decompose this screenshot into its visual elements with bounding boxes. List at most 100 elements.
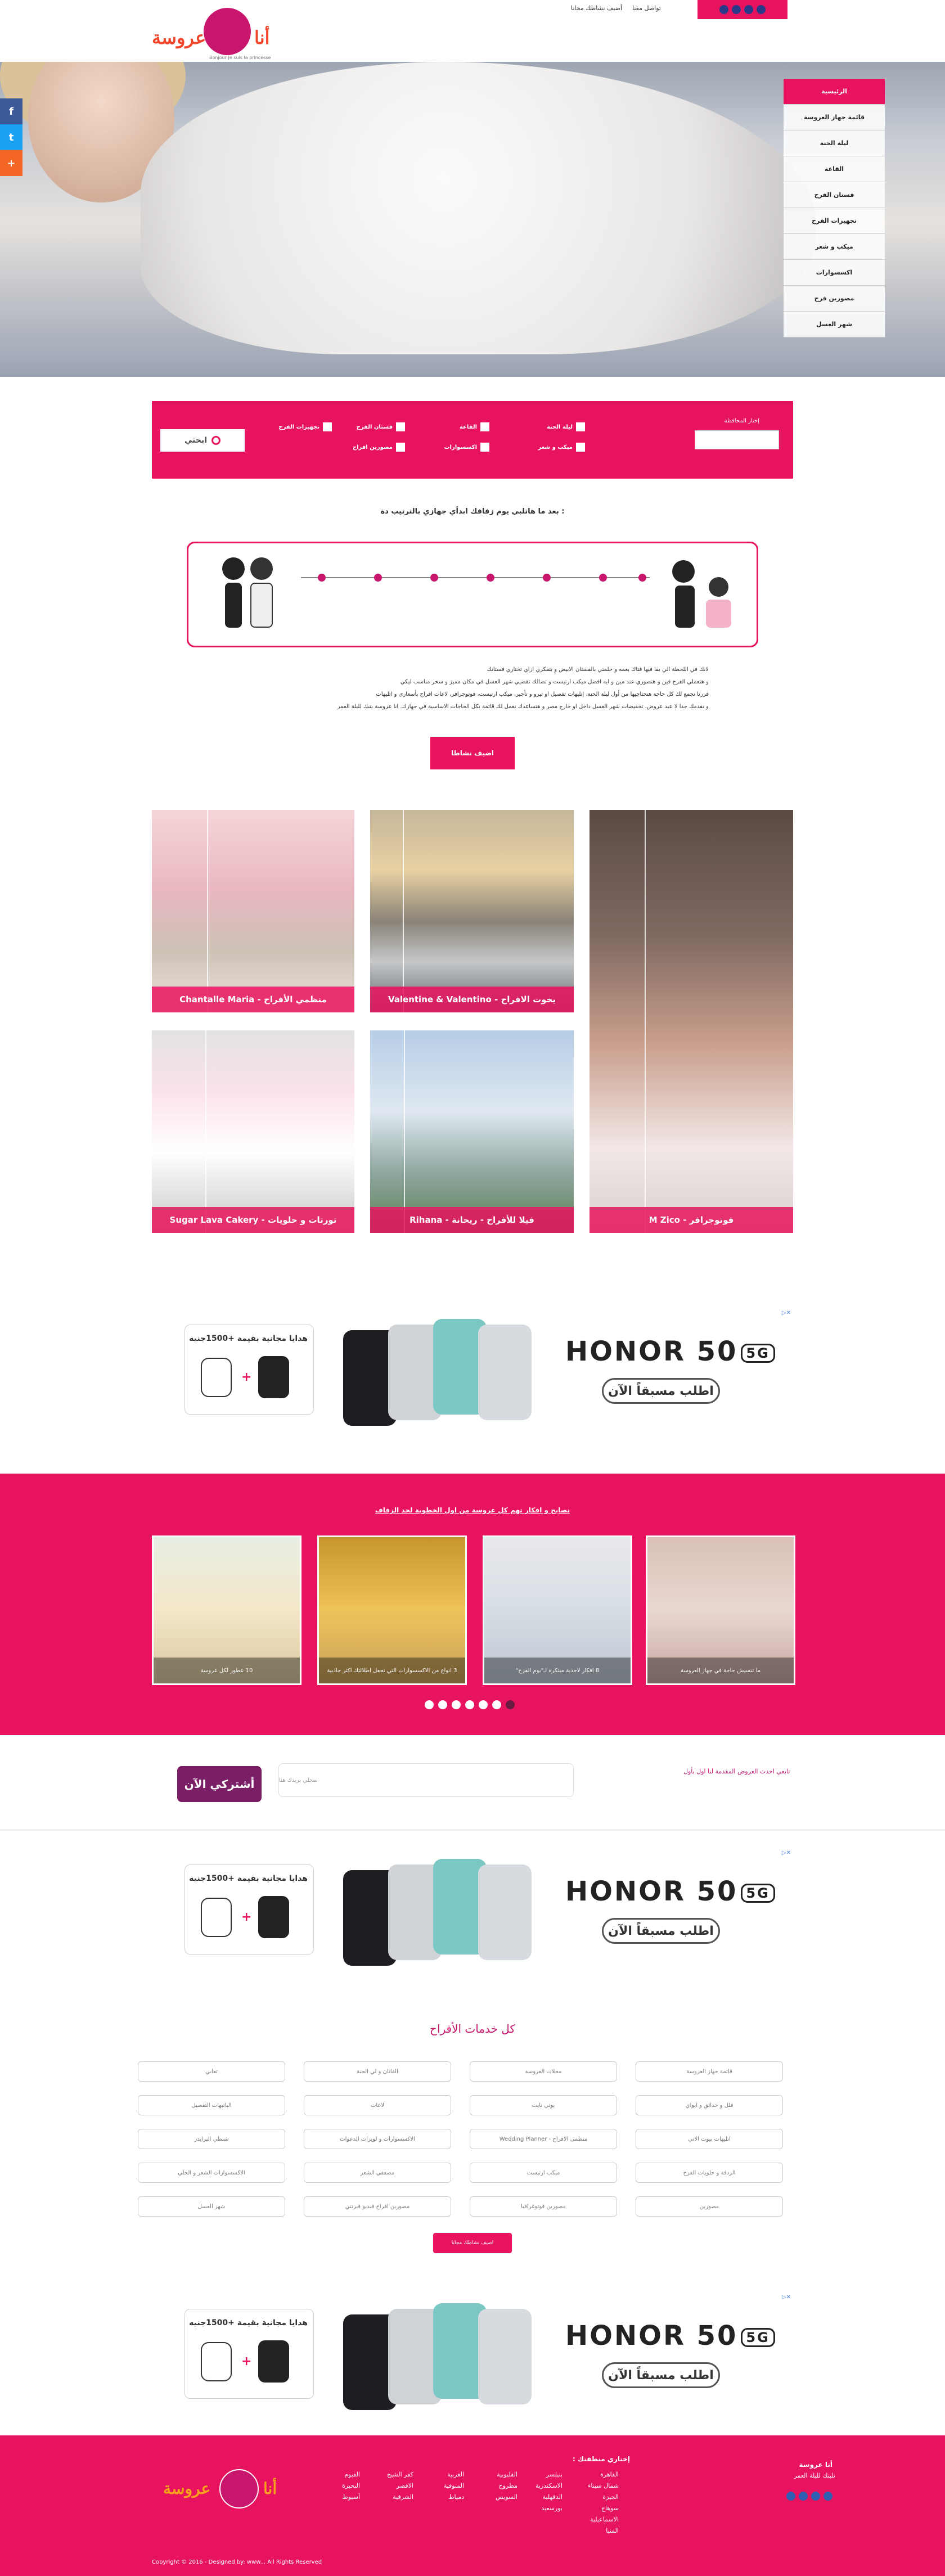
instagram-icon[interactable] <box>744 5 753 14</box>
gallery-tile-villa[interactable]: Rihana - فيلا للأفراح - ريحانة <box>370 1030 574 1233</box>
checkbox-preparations[interactable]: تجهيزات الفرح <box>278 422 332 431</box>
add-business-button[interactable]: اضيف نشاطك مجانا <box>433 2233 512 2253</box>
checkbox-accessories[interactable]: اكسسوارات <box>444 443 489 452</box>
service-link[interactable]: الباتيهات التفصيل <box>138 2095 285 2115</box>
service-link[interactable]: مصففي الشعر <box>304 2163 451 2183</box>
menu-item-henna[interactable]: ليلة الحنة <box>784 130 885 156</box>
tip-card[interactable]: ما تنسيش حاجة في جهاز العروسة <box>646 1535 795 1685</box>
tip-card[interactable]: 3 انواع من الاكسسوارات التي تجعل اطلالتك… <box>317 1535 467 1685</box>
menu-item-hall[interactable]: القاعة <box>784 156 885 182</box>
adchoices-icon[interactable]: ▷✕ <box>782 1850 791 1856</box>
menu-item-home[interactable]: الرئيسية <box>784 79 885 105</box>
area-link[interactable]: الشرقية <box>387 2492 413 2503</box>
service-link[interactable]: قائمة جهاز العروسة <box>636 2061 783 2082</box>
area-link[interactable]: الفيوم <box>342 2469 360 2480</box>
service-link[interactable]: شنطي البرايدز <box>138 2129 285 2149</box>
menu-item-honeymoon[interactable]: شهر العسل <box>784 312 885 337</box>
carousel-dot[interactable] <box>492 1700 501 1709</box>
service-link[interactable]: تعابي <box>138 2061 285 2082</box>
ad-cta-button[interactable]: اطلب مسبقاً الآن <box>602 1378 720 1404</box>
area-link[interactable]: الاسكندرية <box>536 2480 562 2492</box>
service-link[interactable]: الاكسسوارات و لويزات الدعوات <box>304 2129 451 2149</box>
facebook-icon[interactable] <box>786 2492 795 2501</box>
tips-title[interactable]: نصايح و افكار تهم كل عروسة من اول الخطوب… <box>0 1506 945 1514</box>
service-link[interactable]: مصورين افراح فيديو فيرتني <box>304 2196 451 2217</box>
area-link[interactable]: المنيا <box>588 2525 619 2537</box>
adchoices-icon[interactable]: ▷✕ <box>782 1310 791 1316</box>
carousel-dot[interactable] <box>479 1700 488 1709</box>
area-link[interactable]: كفر الشيخ <box>387 2469 413 2480</box>
menu-item-makeup[interactable]: ميكب و شعر <box>784 234 885 260</box>
service-link[interactable]: مصورين فوتوغرافيا <box>470 2196 617 2217</box>
gallery-tile-photographer[interactable]: M Zico - فوتوجرافر <box>590 810 793 1233</box>
service-link[interactable]: منظمى الافراح - Wedding Planner <box>470 2129 617 2149</box>
governorate-select[interactable] <box>695 430 779 449</box>
pinterest-icon[interactable] <box>824 2492 832 2501</box>
add-activity-button[interactable]: اضيف نشاطا <box>430 737 515 769</box>
service-link[interactable]: الاكسسوارات الشعر و الحلي <box>138 2163 285 2183</box>
area-link[interactable]: الاقصر <box>387 2480 413 2492</box>
area-link[interactable]: دمياط <box>444 2492 464 2503</box>
service-link[interactable]: فلل و حدائق و ايواي <box>636 2095 783 2115</box>
menu-item-bride-list[interactable]: قائمة جهاز العروسة <box>784 105 885 130</box>
checkbox-dress[interactable]: فستان الفرح <box>357 422 405 431</box>
ad-cta-button[interactable]: اطلب مسبقاً الآن <box>602 2362 720 2388</box>
gallery-tile-wedding-planner[interactable]: Chantalle Maria - منظمي الأفراح <box>152 810 354 1012</box>
carousel-dot-active[interactable] <box>506 1700 515 1709</box>
newsletter-email-input[interactable]: سجلي بريدك هنا <box>278 1763 574 1797</box>
advertisement-banner[interactable]: ▷✕ هدايا مجانية بقيمة +1500جنيه + HONOR … <box>163 1848 793 1971</box>
carousel-dot[interactable] <box>438 1700 447 1709</box>
contact-link[interactable]: تواصل معنا <box>632 4 661 12</box>
twitter-share-icon[interactable]: t <box>0 124 22 150</box>
area-link[interactable]: أسيوط <box>342 2492 360 2503</box>
twitter-icon[interactable] <box>719 5 728 14</box>
area-link[interactable]: السويس <box>496 2492 518 2503</box>
area-link[interactable]: شمال سيناء <box>588 2480 619 2492</box>
service-link[interactable]: اتليهات بيوت الاتي <box>636 2129 783 2149</box>
checkbox-hall[interactable]: القاعة <box>460 422 489 431</box>
area-link[interactable]: بورسعيد <box>536 2503 562 2514</box>
service-link[interactable]: مصورين <box>636 2196 783 2217</box>
pinterest-icon[interactable] <box>757 5 766 14</box>
adchoices-icon[interactable]: ▷✕ <box>782 2294 791 2300</box>
area-link[interactable]: الاسماعيلية <box>588 2514 619 2525</box>
area-link[interactable]: القليوبية <box>496 2469 518 2480</box>
advertisement-banner[interactable]: ▷✕ هدايا مجانية بقيمة +1500جنيه + HONOR … <box>163 1308 793 1431</box>
menu-item-dress[interactable]: فستان الفرح <box>784 182 885 208</box>
service-link[interactable]: الزدفة و حلويات الفرح <box>636 2163 783 2183</box>
service-link[interactable]: لاعات <box>304 2095 451 2115</box>
service-link[interactable]: محلات العروسة <box>470 2061 617 2082</box>
gallery-tile-yacht[interactable]: Valentine & Valentino - يخوت الافراح <box>370 810 574 1012</box>
advertisement-banner[interactable]: ▷✕ هدايا مجانية بقيمة +1500جنيه + HONOR … <box>163 2292 793 2416</box>
more-share-icon[interactable]: + <box>0 150 22 176</box>
menu-item-preparations[interactable]: تجهيزات الفرح <box>784 208 885 234</box>
menu-item-photographers[interactable]: مصورين فرح <box>784 286 885 312</box>
tip-card[interactable]: 10 عطور لكل عروسة <box>152 1535 302 1685</box>
instagram-icon[interactable] <box>811 2492 820 2501</box>
area-link[interactable]: مطروح <box>496 2480 518 2492</box>
facebook-share-icon[interactable]: f <box>0 98 22 124</box>
service-link[interactable]: شهر العسل <box>138 2196 285 2217</box>
facebook-icon[interactable] <box>732 5 741 14</box>
service-link[interactable]: الفاتان و لي الحنة <box>304 2061 451 2082</box>
carousel-dot[interactable] <box>425 1700 434 1709</box>
area-link[interactable]: البحيرة <box>342 2480 360 2492</box>
area-link[interactable]: القاهرة <box>588 2469 619 2480</box>
tip-card[interactable]: 8 افكار لاحذية مبتكرة لـ"يوم الفرح" <box>483 1535 632 1685</box>
carousel-dot[interactable] <box>465 1700 474 1709</box>
menu-item-accessories[interactable]: اكسسوارات <box>784 260 885 286</box>
search-button[interactable]: ابحثي <box>160 429 245 452</box>
area-link[interactable]: الدقهلية <box>536 2492 562 2503</box>
checkbox-henna[interactable]: ليلة الحنة <box>547 422 585 431</box>
area-link[interactable]: سوهاج <box>588 2503 619 2514</box>
site-logo[interactable]: عروسة أنا Bonjour Je suis la princesse <box>147 8 296 64</box>
subscribe-button[interactable]: أشتركي الآن <box>177 1766 262 1802</box>
service-link[interactable]: ميكب ارتيست <box>470 2163 617 2183</box>
checkbox-photographers[interactable]: مصورين افراح <box>353 443 405 452</box>
area-link[interactable]: المنوفية <box>444 2480 464 2492</box>
ad-cta-button[interactable]: اطلب مسبقاً الآن <box>602 1918 720 1944</box>
checkbox-makeup[interactable]: ميكب و شعر <box>538 443 585 452</box>
service-link[interactable]: يوتي نايت <box>470 2095 617 2115</box>
gallery-tile-cakes[interactable]: Sugar Lava Cakery - تورتات و حلويات <box>152 1030 354 1233</box>
carousel-dot[interactable] <box>452 1700 461 1709</box>
